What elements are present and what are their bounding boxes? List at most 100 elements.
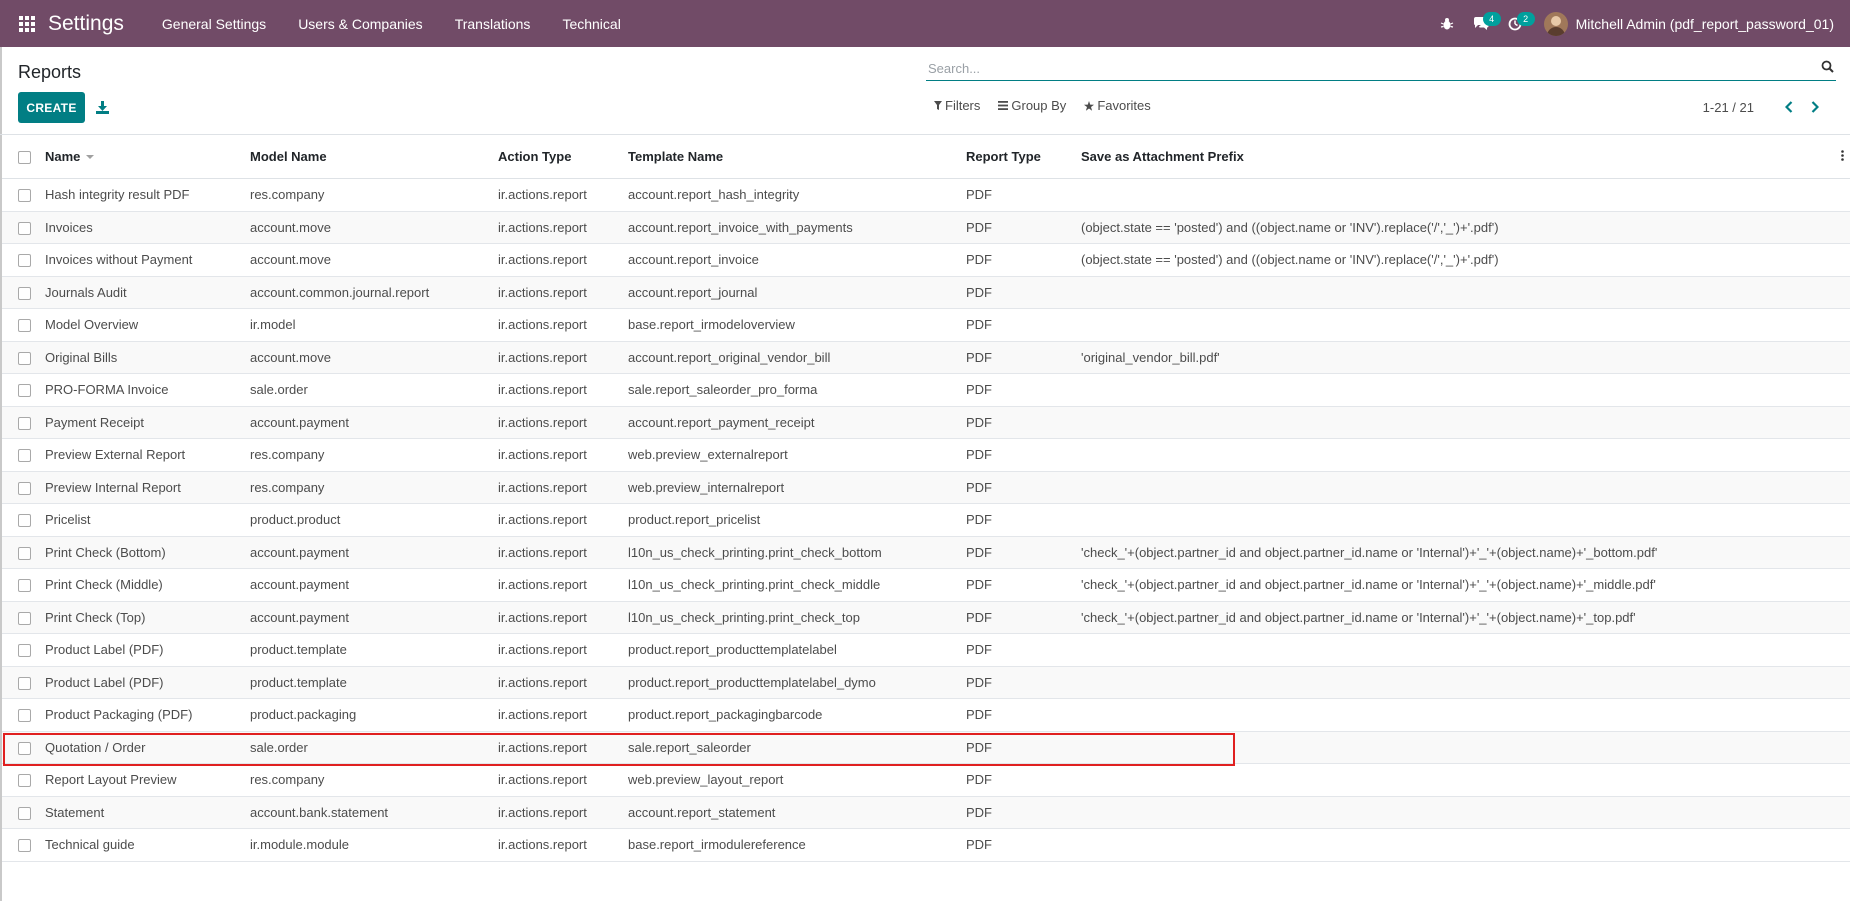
table-row[interactable]: Print Check (Bottom) account.payment ir.ac…: [2, 536, 1850, 569]
row-checkbox[interactable]: [18, 286, 31, 300]
table-row[interactable]: Hash integrity result PDF res.company ir.a…: [2, 178, 1850, 212]
table-row[interactable]: Journals Audit account.common.journal.rep…: [2, 276, 1850, 309]
column-header-action-type[interactable]: Action Type: [498, 134, 628, 179]
table-row[interactable]: Pricelist product.product ir.actions.repor…: [2, 503, 1850, 537]
row-checkbox[interactable]: [18, 416, 31, 430]
table-row[interactable]: Product Label (PDF) product.template ir.ac…: [2, 666, 1850, 699]
row-checkbox[interactable]: [18, 839, 31, 853]
row-checkbox[interactable]: [18, 319, 31, 333]
user-menu[interactable]: Mitchell Admin (pdf_report_password_01): [1543, 11, 1834, 36]
row-report-type: PDF: [966, 178, 1081, 212]
row-name: Product Label (PDF): [45, 633, 250, 667]
menu-general-settings[interactable]: General Settings: [146, 16, 282, 32]
table-row[interactable]: Payment Receipt account.payment ir.actions…: [2, 406, 1850, 439]
row-report-type: PDF: [966, 438, 1081, 472]
row-attachment-prefix: [1081, 308, 1832, 342]
create-button[interactable]: CREATE: [18, 92, 85, 123]
table-row[interactable]: Product Packaging (PDF) product.packaging…: [2, 698, 1850, 732]
table-row[interactable]: Invoices account.move ir.actions.report acc…: [2, 211, 1850, 244]
row-action-type: ir.actions.report: [498, 828, 628, 862]
table-row[interactable]: Report Layout Preview res.company ir.actio…: [2, 763, 1850, 797]
row-template-name: account.report_payment_receipt: [628, 406, 966, 439]
table-row[interactable]: Statement account.bank.statement ir.action…: [2, 796, 1850, 829]
row-spacer-cell: [1832, 698, 1850, 732]
row-select-cell: [2, 763, 45, 797]
search-icon[interactable]: [1821, 60, 1834, 76]
groupby-button[interactable]: Group By: [998, 98, 1066, 113]
apps-menu-icon[interactable]: [14, 11, 40, 37]
row-checkbox[interactable]: [18, 579, 31, 593]
row-checkbox[interactable]: [18, 806, 31, 820]
user-name: Mitchell Admin (pdf_report_password_01): [1575, 15, 1834, 32]
row-model-name: account.payment: [250, 536, 498, 569]
pager-value[interactable]: 1-21 / 21: [1703, 100, 1754, 115]
row-model-name: sale.order: [250, 731, 498, 764]
row-spacer-cell: [1832, 828, 1850, 862]
column-header-template-name[interactable]: Template Name: [628, 134, 966, 179]
table-row[interactable]: Print Check (Middle) account.payment ir.ac…: [2, 568, 1850, 602]
reports-table: Name Model Name Action Type Template Nam…: [2, 134, 1850, 862]
row-action-type: ir.actions.report: [498, 341, 628, 374]
debug-bug-icon[interactable]: [1432, 0, 1462, 47]
app-title[interactable]: Settings: [48, 12, 124, 36]
row-report-type: PDF: [966, 373, 1081, 407]
row-checkbox[interactable]: [18, 709, 31, 723]
download-icon[interactable]: [92, 97, 112, 117]
row-checkbox[interactable]: [18, 514, 31, 528]
column-header-name[interactable]: Name: [45, 134, 250, 179]
pager-next-icon[interactable]: [1806, 98, 1824, 116]
row-template-name: l10n_us_check_printing.print_check_top: [628, 601, 966, 634]
messages-icon[interactable]: 4: [1466, 0, 1501, 47]
row-checkbox[interactable]: [18, 546, 31, 560]
row-checkbox[interactable]: [18, 676, 31, 690]
row-checkbox[interactable]: [18, 741, 31, 755]
row-checkbox[interactable]: [18, 384, 31, 398]
row-select-cell: [2, 211, 45, 244]
search-input[interactable]: [926, 61, 1810, 76]
row-name: Print Check (Middle): [45, 568, 250, 602]
table-row[interactable]: Invoices without Payment account.move ir.a…: [2, 243, 1850, 277]
menu-technical[interactable]: Technical: [546, 16, 636, 32]
row-name: Preview External Report: [45, 438, 250, 472]
row-checkbox[interactable]: [18, 644, 31, 658]
table-row[interactable]: Original Bills account.move ir.actions.rep…: [2, 341, 1850, 374]
row-attachment-prefix: [1081, 796, 1832, 829]
row-name: Invoices without Payment: [45, 243, 250, 277]
activity-clock-icon[interactable]: 2: [1500, 0, 1535, 47]
row-checkbox[interactable]: [18, 189, 31, 203]
row-attachment-prefix: [1081, 828, 1832, 862]
table-row[interactable]: Model Overview ir.model ir.actions.report b…: [2, 308, 1850, 342]
row-name: Preview Internal Report: [45, 471, 250, 504]
table-row[interactable]: Preview Internal Report res.company ir.act…: [2, 471, 1850, 504]
table-row[interactable]: Print Check (Top) account.payment ir.actio…: [2, 601, 1850, 634]
column-header-model-name[interactable]: Model Name: [250, 134, 498, 179]
column-header-report-type[interactable]: Report Type: [966, 134, 1081, 179]
row-checkbox[interactable]: [18, 254, 31, 268]
menu-translations[interactable]: Translations: [439, 16, 547, 32]
row-action-type: ir.actions.report: [498, 568, 628, 602]
row-spacer-cell: [1832, 243, 1850, 277]
row-select-cell: [2, 438, 45, 472]
row-checkbox[interactable]: [18, 351, 31, 365]
select-all-checkbox[interactable]: [18, 150, 31, 164]
row-checkbox[interactable]: [18, 774, 31, 788]
table-row[interactable]: Product Label (PDF) product.template ir.ac…: [2, 633, 1850, 667]
row-checkbox[interactable]: [18, 449, 31, 463]
row-checkbox[interactable]: [18, 221, 31, 235]
table-row[interactable]: PRO-FORMA Invoice sale.order ir.actions.re…: [2, 373, 1850, 407]
column-header-attachment-prefix[interactable]: Save as Attachment Prefix: [1081, 134, 1832, 179]
menu-users-companies[interactable]: Users & Companies: [282, 16, 439, 32]
row-select-cell: [2, 308, 45, 342]
row-model-name: account.payment: [250, 568, 498, 602]
row-checkbox[interactable]: [18, 611, 31, 625]
table-row[interactable]: Preview External Report res.company ir.act…: [2, 438, 1850, 472]
filters-button[interactable]: Filters: [934, 98, 980, 113]
row-spacer-cell: [1832, 503, 1850, 537]
pager-previous-icon[interactable]: [1780, 98, 1798, 116]
optional-columns-icon[interactable]: [1832, 134, 1850, 179]
row-template-name: sale.report_saleorder: [628, 731, 966, 764]
favorites-button[interactable]: Favorites: [1084, 98, 1151, 113]
row-checkbox[interactable]: [18, 481, 31, 495]
table-row[interactable]: Technical guide ir.module.module ir.action…: [2, 828, 1850, 862]
table-row[interactable]: Quotation / Order sale.order ir.actions.re…: [2, 731, 1850, 764]
